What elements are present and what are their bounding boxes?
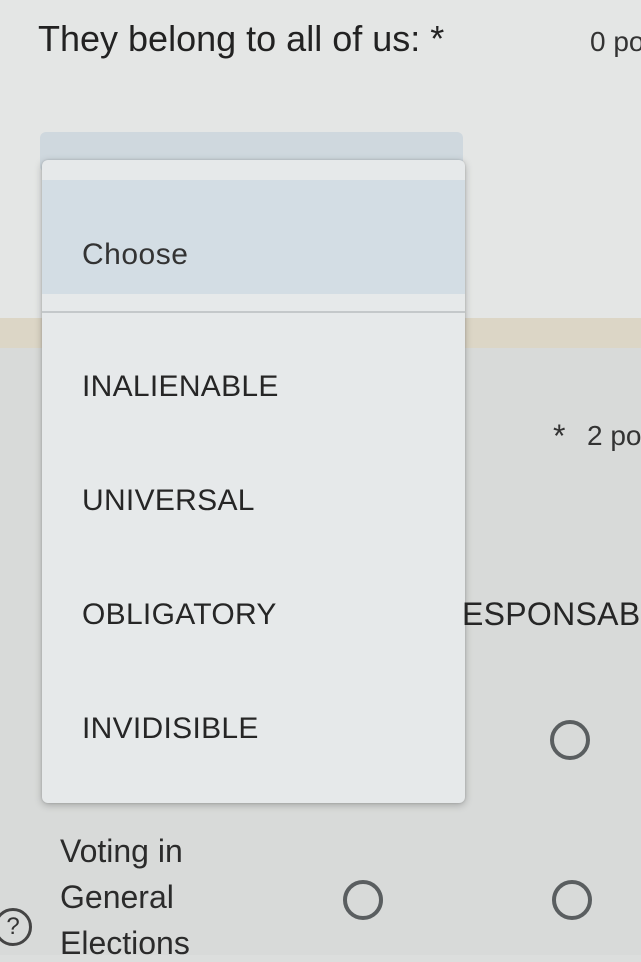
dropdown-option-label: Choose xyxy=(82,238,189,271)
dropdown-option-universal[interactable]: UNIVERSAL xyxy=(82,484,255,518)
grid-row-label-line: Voting in xyxy=(60,833,183,869)
grid-row-label-line: Elections xyxy=(60,925,190,961)
dropdown-option-inalienable[interactable]: INALIENABLE xyxy=(82,370,279,404)
question-points: 2 po xyxy=(587,420,641,451)
question-title: They belong to all of us: * xyxy=(38,18,444,60)
dropdown-option-choose[interactable]: Choose xyxy=(42,180,465,294)
required-asterisk: * xyxy=(430,18,445,59)
radio-button[interactable] xyxy=(343,880,383,920)
grid-column-header: ESPONSABI xyxy=(462,596,641,632)
radio-button[interactable] xyxy=(552,880,592,920)
grid-row-label-line: General xyxy=(60,879,174,915)
dropdown-menu: Choose INALIENABLE UNIVERSAL OBLIGATORY … xyxy=(42,160,465,803)
question-points: 0 po xyxy=(590,26,641,57)
required-asterisk: * xyxy=(553,418,566,454)
dropdown-separator xyxy=(42,311,465,313)
radio-button[interactable] xyxy=(550,720,590,760)
question-title-text: They belong to all of us: xyxy=(38,18,421,59)
dropdown-option-invidisible[interactable]: INVIDISIBLE xyxy=(82,712,259,746)
dropdown-option-obligatory[interactable]: OBLIGATORY xyxy=(82,598,277,632)
